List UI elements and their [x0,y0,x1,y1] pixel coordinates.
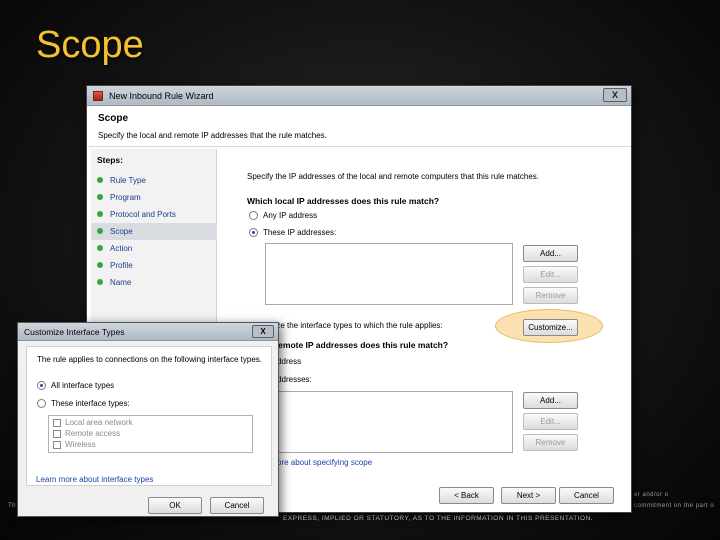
local-edit-button[interactable]: Edit... [523,266,578,283]
customize-titlebar[interactable]: Customize Interface Types X [18,323,278,341]
customize-body: The rule applies to connections on the f… [26,346,272,486]
step-bullet-icon [97,177,103,183]
wizard-title: New Inbound Rule Wizard [109,91,214,101]
step-name[interactable]: Name [91,274,217,291]
scope-content: Specify the IP addresses of the local an… [237,149,627,511]
local-add-button[interactable]: Add... [523,245,578,262]
step-label: Protocol and Ports [110,210,176,219]
step-protocol-ports[interactable]: Protocol and Ports [91,206,217,223]
customize-ok-button[interactable]: OK [148,497,202,514]
step-bullet-icon [97,245,103,251]
scope-intro: Specify the IP addresses of the local an… [247,172,540,181]
lan-checkbox[interactable] [53,419,61,427]
customize-button[interactable]: Customize... [523,319,578,336]
learn-more-interface-link[interactable]: Learn more about interface types [36,475,153,484]
remote-ip-list[interactable] [265,391,513,453]
step-label: Program [110,193,141,202]
step-rule-type[interactable]: Rule Type [91,172,217,189]
step-scope[interactable]: Scope [91,223,217,240]
step-label: Action [110,244,133,253]
page-heading: Scope [98,113,129,124]
these-interface-types-label[interactable]: These interface types: [51,399,130,408]
wizard-header: Scope Specify the local and remote IP ad… [87,107,631,147]
customize-cancel-button[interactable]: Cancel [210,497,264,514]
wizard-titlebar[interactable]: New Inbound Rule Wizard X [87,86,631,106]
wireless-checkbox[interactable] [53,441,61,449]
page-description: Specify the local and remote IP addresse… [98,131,327,140]
customize-description: The rule applies to connections on the f… [37,355,263,364]
remote-access-checkbox[interactable] [53,430,61,438]
customize-interface-types-dialog: Customize Interface Types X The rule app… [17,322,279,517]
back-button[interactable]: < Back [439,487,494,504]
all-interface-types-radio[interactable] [37,381,46,390]
remote-remove-button[interactable]: Remove [523,434,578,451]
local-ip-question: Which local IP addresses does this rule … [247,196,440,206]
remote-access-label[interactable]: Remote access [65,429,120,438]
local-any-ip-label[interactable]: Any IP address [263,211,317,220]
step-profile[interactable]: Profile [91,257,217,274]
steps-title: Steps: [97,155,123,165]
step-action[interactable]: Action [91,240,217,257]
wizard-close-button[interactable]: X [603,88,627,102]
step-program[interactable]: Program [91,189,217,206]
background-text-right-2: commitment on the part o [634,503,715,509]
background-text-right-1: er and/or o [634,492,669,498]
remote-edit-button[interactable]: Edit... [523,413,578,430]
customize-title: Customize Interface Types [24,327,125,337]
step-bullet-icon [97,279,103,285]
step-label: Rule Type [110,176,146,185]
lan-label[interactable]: Local area network [65,418,133,427]
local-remove-button[interactable]: Remove [523,287,578,304]
customize-close-button[interactable]: X [252,325,274,338]
step-bullet-icon [97,228,103,234]
background-text-left: Th [8,503,17,509]
step-label: Profile [110,261,133,270]
slide-title: Scope [36,24,144,66]
local-these-ip-label[interactable]: These IP addresses: [263,228,336,237]
these-interface-types-radio[interactable] [37,399,46,408]
wireless-label[interactable]: Wireless [65,440,96,449]
local-ip-list[interactable] [265,243,513,305]
all-interface-types-label[interactable]: All interface types [51,381,114,390]
learn-more-scope-link[interactable]: ore about specifying scope [277,458,372,467]
remote-add-button[interactable]: Add... [523,392,578,409]
interface-types-list: Local area network Remote access Wireles… [48,415,253,453]
slide-footer: EXPRESS, IMPLIED OR STATUTORY, AS TO THE… [283,515,594,522]
cancel-button[interactable]: Cancel [559,487,614,504]
step-bullet-icon [97,262,103,268]
local-these-ip-radio[interactable] [249,228,258,237]
firewall-icon [93,91,103,101]
step-bullet-icon [97,194,103,200]
next-button[interactable]: Next > [501,487,556,504]
local-any-ip-radio[interactable] [249,211,258,220]
step-label: Name [110,278,132,287]
step-label: Scope [110,227,133,236]
step-bullet-icon [97,211,103,217]
